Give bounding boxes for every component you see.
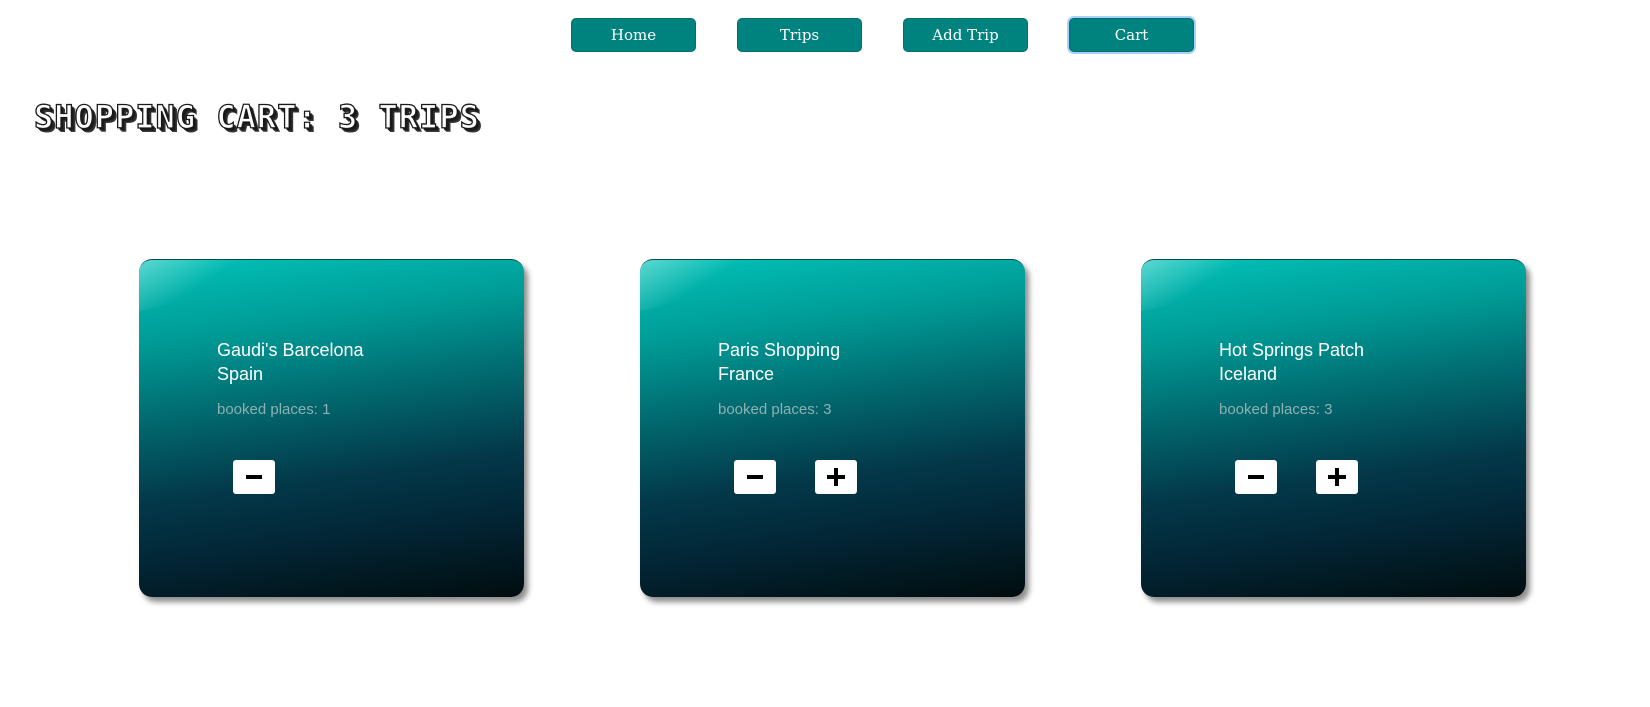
- main-nav: Home Trips Add Trip Cart: [0, 18, 1650, 52]
- nav-home-button[interactable]: Home: [571, 18, 696, 52]
- decrease-places-button[interactable]: [1235, 460, 1277, 494]
- trip-country: Spain: [217, 364, 264, 384]
- trip-card-iceland: Hot Springs Patch Iceland booked places:…: [1141, 259, 1526, 597]
- booked-places: booked places: 3: [718, 401, 832, 418]
- trip-card-paris: Paris Shopping France booked places: 3: [640, 259, 1025, 597]
- increase-places-button[interactable]: [1316, 460, 1358, 494]
- trip-country: France: [718, 364, 775, 384]
- trip-name: Paris Shopping: [718, 340, 841, 360]
- minus-icon: [1248, 475, 1264, 479]
- plus-icon: [827, 468, 845, 486]
- booked-places: booked places: 3: [1219, 401, 1333, 418]
- minus-icon: [747, 475, 763, 479]
- minus-icon: [246, 475, 262, 479]
- plus-icon: [1328, 468, 1346, 486]
- trip-country: Iceland: [1219, 364, 1278, 384]
- booked-places: booked places: 1: [217, 401, 331, 418]
- nav-cart-button[interactable]: Cart: [1069, 18, 1194, 52]
- trip-name: Hot Springs Patch: [1219, 340, 1365, 360]
- decrease-places-button[interactable]: [734, 460, 776, 494]
- trip-name: Gaudi's Barcelona: [217, 340, 364, 360]
- nav-trips-button[interactable]: Trips: [737, 18, 862, 52]
- increase-places-button[interactable]: [815, 460, 857, 494]
- nav-add-trip-button[interactable]: Add Trip: [903, 18, 1028, 52]
- decrease-places-button[interactable]: [233, 460, 275, 494]
- trip-card-barcelona: Gaudi's Barcelona Spain booked places: 1: [139, 259, 524, 597]
- page-title: Shopping Cart: 3 trips: [33, 97, 480, 136]
